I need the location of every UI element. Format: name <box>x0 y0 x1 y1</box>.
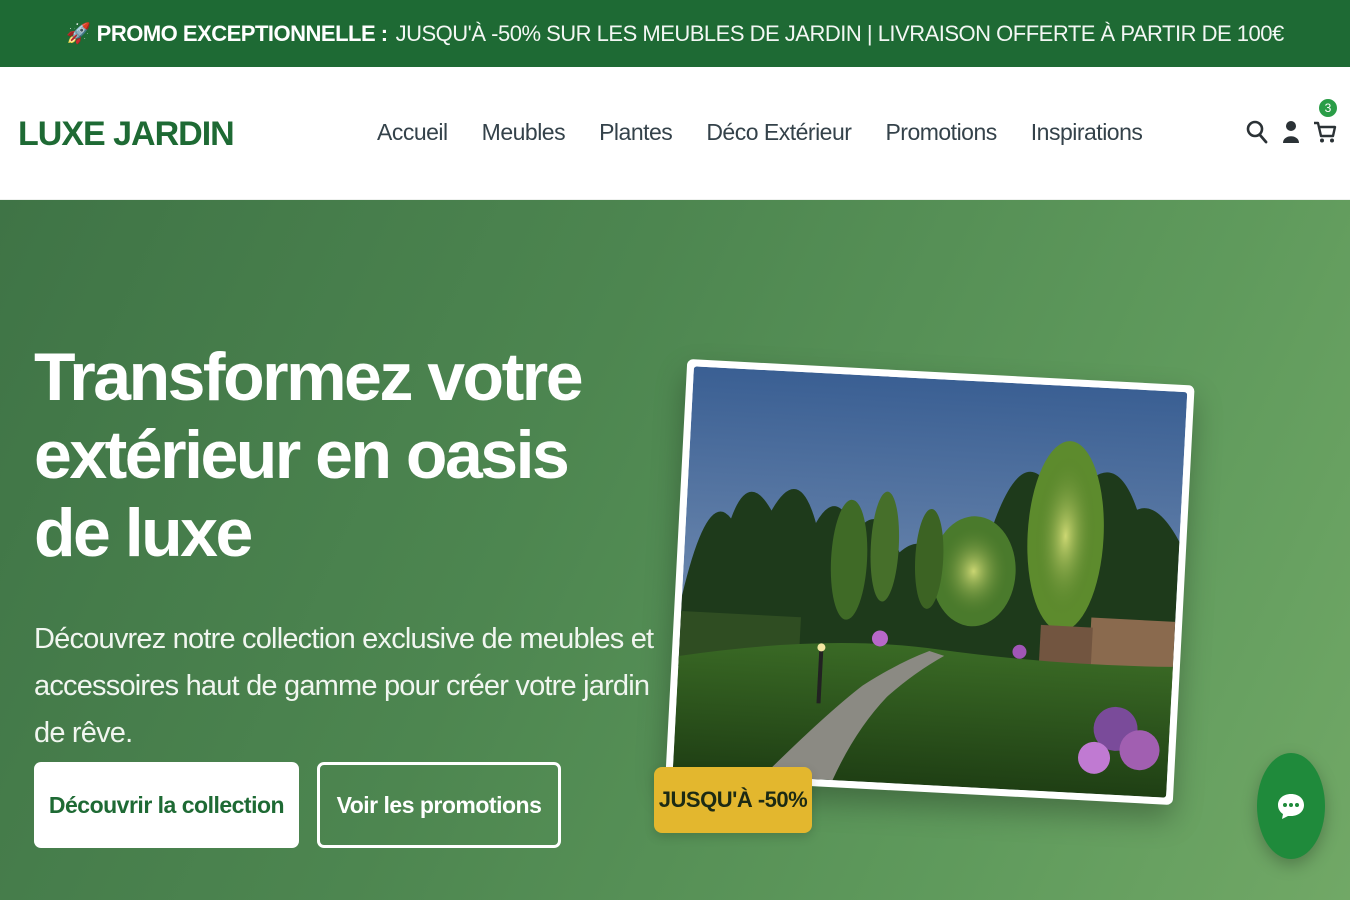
promo-text: JUSQU'À -50% SUR LES MEUBLES DE JARDIN |… <box>395 20 1285 46</box>
cart-count-badge: 3 <box>1317 97 1339 119</box>
cart-icon[interactable]: 3 <box>1313 97 1339 145</box>
chat-button[interactable] <box>1257 753 1325 859</box>
nav-item-accueil[interactable]: Accueil <box>377 119 448 146</box>
garden-image <box>665 358 1195 806</box>
rocket-icon: 🚀 <box>66 23 91 45</box>
site-logo[interactable]: LUXE JARDIN <box>18 115 235 154</box>
promo-title: PROMO EXCEPTIONNELLE : <box>96 20 388 46</box>
site-header: LUXE JARDIN Accueil Meubles Plantes Déco… <box>0 67 1350 200</box>
main-nav: Accueil Meubles Plantes Déco Extérieur P… <box>377 119 1176 146</box>
promo-bar: 🚀 PROMO EXCEPTIONNELLE : JUSQU'À -50% SU… <box>0 0 1350 67</box>
see-promotions-button[interactable]: Voir les promotions <box>317 762 561 848</box>
hero-section: Transformez votre extérieur en oasis de … <box>0 200 1350 900</box>
nav-item-inspirations[interactable]: Inspirations <box>1031 119 1143 146</box>
nav-item-promotions[interactable]: Promotions <box>885 119 997 146</box>
header-icons: 3 <box>1245 97 1347 145</box>
user-icon[interactable] <box>1279 119 1303 145</box>
hero-subtitle: Découvrez notre collection exclusive de … <box>34 623 654 749</box>
hero-title: Transformez votre extérieur en oasis de … <box>34 339 584 571</box>
search-icon[interactable] <box>1245 119 1269 145</box>
discount-badge: JUSQU'À -50% <box>654 767 812 833</box>
chat-bubble-icon <box>1278 794 1304 819</box>
discover-collection-button[interactable]: Découvrir la collection <box>34 762 299 848</box>
nav-item-meubles[interactable]: Meubles <box>482 119 566 146</box>
nav-item-plantes[interactable]: Plantes <box>599 119 673 146</box>
nav-item-deco-exterieur[interactable]: Déco Extérieur <box>706 119 852 146</box>
